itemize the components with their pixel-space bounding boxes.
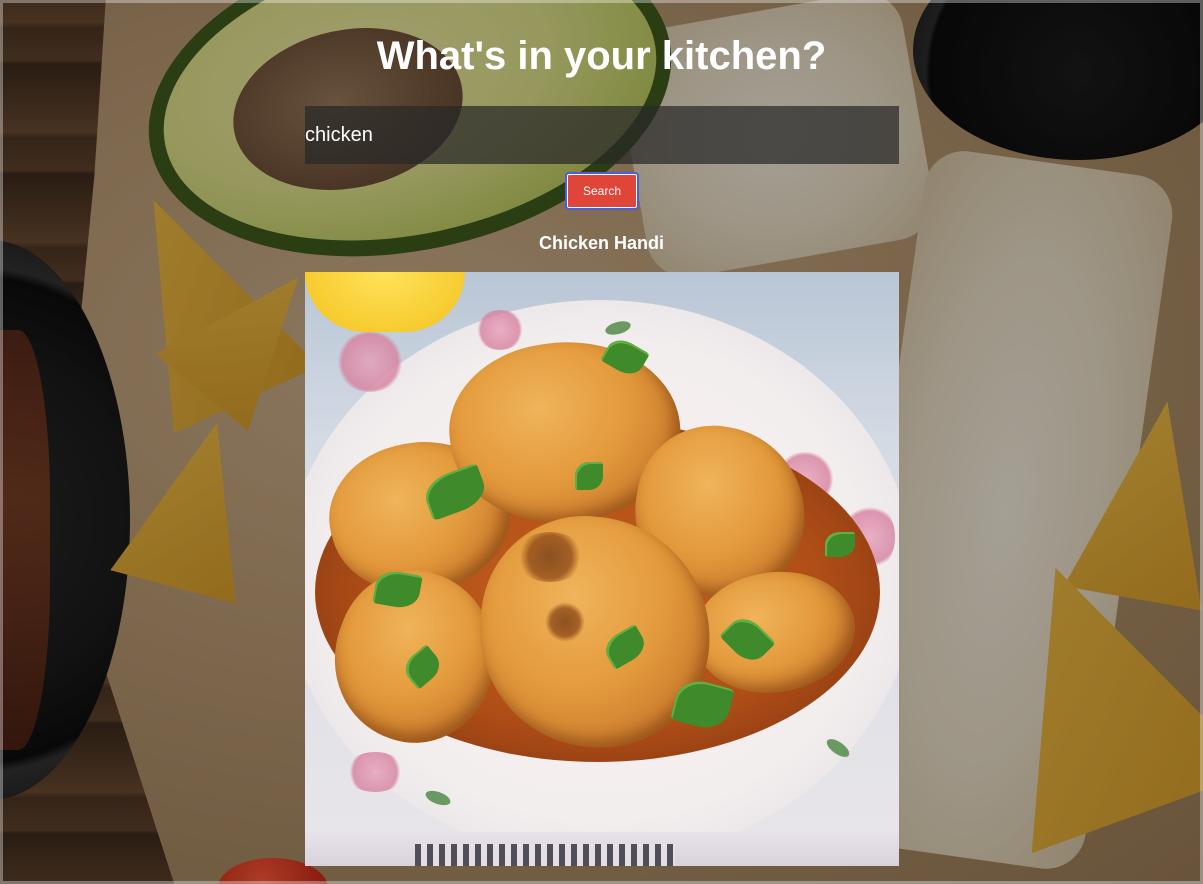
recipe-image[interactable] bbox=[305, 272, 899, 866]
search-input[interactable] bbox=[305, 106, 899, 164]
main-content: What's in your kitchen? Search Chicken H… bbox=[0, 0, 1203, 884]
recipe-title: Chicken Handi bbox=[538, 233, 665, 253]
search-button[interactable]: Search bbox=[565, 172, 639, 210]
page-title: What's in your kitchen? bbox=[376, 34, 827, 78]
